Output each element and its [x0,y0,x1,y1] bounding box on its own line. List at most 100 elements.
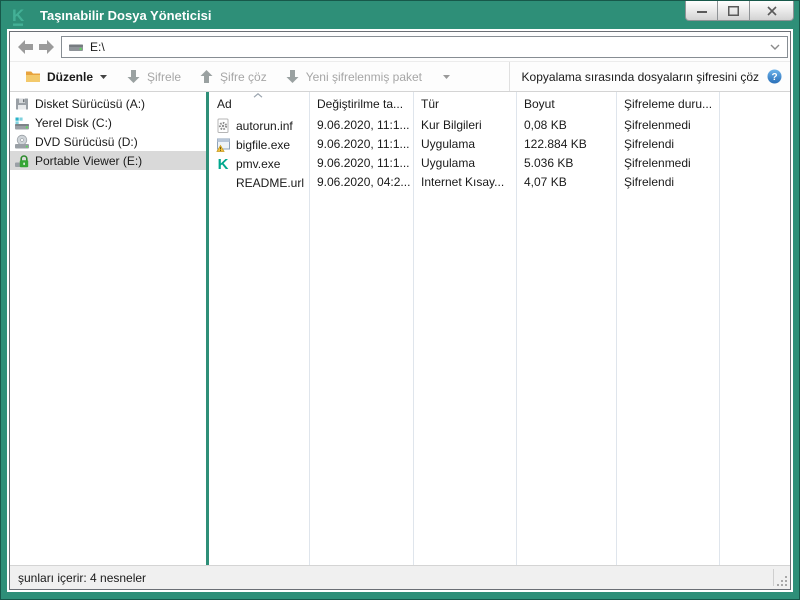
sidebar-item-local-c[interactable]: Yerel Disk (C:) [10,113,206,132]
file-name: autorun.inf [236,118,293,133]
encrypt-label: Şifrele [147,69,182,84]
copy-decrypt-label: Kopyalama sırasında dosyaların şifresini… [521,69,759,84]
minimize-icon [696,10,707,13]
sort-ascending-icon [253,93,263,98]
close-button[interactable] [749,1,794,21]
column-header-label: Boyut [524,97,555,111]
column-header-label: Değiştirilme ta... [317,97,404,111]
file-encryption-status: Şifrelendi [624,175,675,189]
svg-text:?: ? [771,72,777,83]
status-bar: şunları içerir: 4 nesneler [10,565,790,589]
help-icon[interactable]: ? [767,69,782,84]
statusbar-divider [773,569,774,586]
decrypt-label: Şifre çöz [220,69,267,84]
column-header-modified[interactable]: Değiştirilme ta... [309,92,413,116]
forward-arrow-icon [38,39,54,54]
back-arrow-icon [17,39,33,54]
sidebar-item-label: Disket Sürücüsü (A:) [35,96,146,111]
close-icon [766,5,777,16]
file-size: 0,08 KB [524,118,567,132]
application-file-icon [216,138,230,152]
maximize-icon [728,5,739,16]
column-header-name[interactable]: Ad [209,92,309,116]
svg-text:K: K [12,6,25,25]
navigation-bar: E:\ [10,32,790,62]
file-name-cell: K pmv.exe [209,154,309,173]
titlebar[interactable]: K Taşınabilir Dosya Yöneticisi [1,1,799,30]
setup-information-file-icon [217,118,229,133]
file-type: Uygulama [421,137,476,151]
maximize-button[interactable] [717,1,750,21]
status-text: şunları içerir: 4 nesneler [18,570,147,585]
file-row-pmv-exe[interactable]: K pmv.exe 9.06.2020, 11:1... Uygulama 5.… [209,154,790,173]
blank-file-icon [215,175,231,191]
file-row-autorun-inf[interactable]: autorun.inf 9.06.2020, 11:1... Kur Bilgi… [209,116,790,135]
column-header-size[interactable]: Boyut [516,92,616,116]
sidebar-item-label: Portable Viewer (E:) [35,153,143,168]
column-header-label: Ad [217,97,232,111]
minimize-button[interactable] [685,1,718,21]
chevron-down-icon[interactable] [769,43,781,51]
file-type: Internet Kısay... [421,175,505,189]
file-name-cell: bigfile.exe [209,135,309,154]
sidebar-item-floppy-a[interactable]: Disket Sürücüsü (A:) [10,94,206,113]
copy-decrypt-option: Kopyalama sırasında dosyaların şifresini… [508,62,790,91]
main-area: Disket Sürücüsü (A:) Yerel Disk (C:) DVD… [10,92,790,565]
dvd-drive-icon [15,134,29,148]
file-modified: 9.06.2020, 11:1... [317,137,410,151]
file-name: bigfile.exe [236,137,291,152]
package-arrow-down-icon [286,70,299,83]
file-size: 4,07 KB [524,175,567,189]
file-list: Ad Değiştirilme ta... Tür Boyut Şifrelem… [209,92,790,565]
folder-icon [26,71,40,82]
file-modified: 9.06.2020, 11:1... [317,118,410,132]
address-text: E:\ [90,39,105,54]
sidebar-item-dvd-d[interactable]: DVD Sürücüsü (D:) [10,132,206,151]
decrypt-button[interactable]: Şifre çöz [190,64,276,90]
address-bar[interactable]: E:\ [61,35,788,58]
file-name-cell: README.url [209,173,309,192]
encrypt-button[interactable]: Şifrele [117,64,190,90]
file-name-cell: autorun.inf [209,116,309,135]
file-size: 5.036 KB [524,156,574,170]
client-area: E:\ Düzenle Şifrele Şifre çöz Yeni şifre… [9,31,791,590]
column-header-encryption[interactable]: Şifreleme duru... [616,92,719,116]
toolbar: Düzenle Şifrele Şifre çöz Yeni şifrelenm… [10,62,790,92]
sidebar-item-portable-e[interactable]: Portable Viewer (E:) [10,151,206,170]
decrypt-arrow-up-icon [200,70,213,83]
file-name: pmv.exe [236,156,281,171]
file-modified: 9.06.2020, 04:2... [317,175,411,189]
new-encrypted-package-button[interactable]: Yeni şifrelenmiş paket [276,64,460,90]
edit-menu-button[interactable]: Düzenle [16,64,117,90]
kaspersky-logo-icon: K [12,6,25,26]
file-modified: 9.06.2020, 11:1... [317,156,410,170]
sidebar-item-label: DVD Sürücüsü (D:) [35,134,138,149]
kaspersky-application-icon: K [218,156,229,172]
back-button[interactable] [15,38,35,56]
file-type: Uygulama [421,156,476,170]
app-window: K Taşınabilir Dosya Yöneticisi E:\ Düzen… [0,0,800,600]
drive-icon [69,44,83,51]
column-header-label: Şifreleme duru... [624,97,713,111]
file-encryption-status: Şifrelenmedi [624,118,691,132]
floppy-drive-icon [16,98,28,109]
file-encryption-status: Şifrelendi [624,137,675,151]
edit-menu-label: Düzenle [47,69,94,84]
file-row-bigfile-exe[interactable]: bigfile.exe 9.06.2020, 11:1... Uygulama … [209,135,790,154]
drives-sidebar: Disket Sürücüsü (A:) Yerel Disk (C:) DVD… [10,92,206,565]
column-header-label: Tür [421,97,439,111]
resize-grip[interactable] [777,576,788,587]
file-size: 122.884 KB [524,137,587,151]
file-type: Kur Bilgileri [421,118,482,132]
forward-button[interactable] [36,38,56,56]
file-row-readme-url[interactable]: README.url 9.06.2020, 04:2... Internet K… [209,173,790,192]
file-encryption-status: Şifrelenmedi [624,156,691,170]
encrypt-arrow-down-icon [127,70,140,83]
new-encrypted-package-label: Yeni şifrelenmiş paket [305,69,423,84]
sidebar-item-label: Yerel Disk (C:) [35,115,112,130]
filelist-header: Ad Değiştirilme ta... Tür Boyut Şifrelem… [209,92,790,116]
dropdown-caret-icon [443,74,451,79]
dropdown-caret-icon [100,74,108,79]
column-header-type[interactable]: Tür [413,92,516,116]
window-title: Taşınabilir Dosya Yöneticisi [40,8,212,23]
